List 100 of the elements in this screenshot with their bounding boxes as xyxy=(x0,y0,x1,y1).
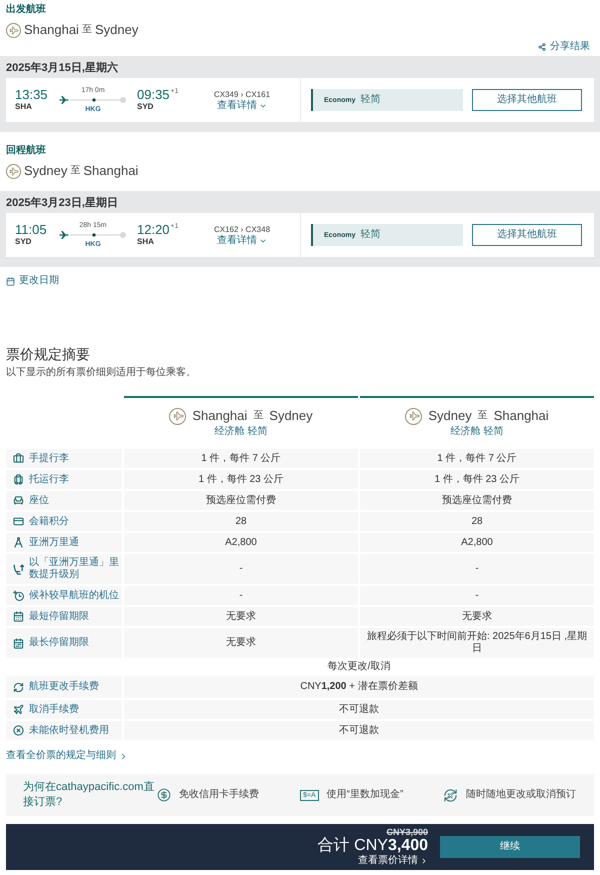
flight-date: 2025年3月23日,星期日 xyxy=(6,197,118,209)
details-link[interactable]: 查看详情 xyxy=(217,234,267,246)
card-icon xyxy=(13,516,24,527)
rule-name: 取消手续费 xyxy=(29,704,79,716)
departure-time: 11:05 xyxy=(15,223,47,237)
table-cell: 无要求 xyxy=(124,628,358,658)
flight-route-drawing xyxy=(59,95,127,105)
departure-code: SHA xyxy=(15,102,32,112)
rule-name: 候补较早航班的机位 xyxy=(29,590,119,602)
original-price: CNY3,900 xyxy=(386,827,428,837)
route-destination: Sydney xyxy=(269,408,313,424)
circle-x-icon xyxy=(13,725,24,736)
route-origin: Sydney xyxy=(24,163,68,179)
table-cell: 预选座位需付费 xyxy=(360,491,594,510)
table-cell: - xyxy=(124,554,358,584)
route-destination: Shanghai xyxy=(83,163,138,179)
refresh-icon xyxy=(13,682,24,692)
chevron-right-icon xyxy=(119,752,128,760)
table-cell: 28 xyxy=(360,512,594,531)
flight-numbers: CX349 › CX161 xyxy=(214,88,270,100)
suitcase-icon xyxy=(13,474,24,485)
table-cell: 旅程必须于以下时间前开始: 2025年6月15日 ,星期日 xyxy=(360,628,594,658)
route-connector: 至 xyxy=(478,410,488,422)
share-link[interactable]: 分享结果 xyxy=(538,41,590,53)
compass-icon xyxy=(13,537,24,548)
table-cell: 1 件，每件 7 公斤 xyxy=(360,449,594,468)
departure-code: SYD xyxy=(15,237,32,247)
table-cell: A2,800 xyxy=(360,533,594,552)
rule-name: 座位 xyxy=(29,494,49,506)
arrival-time: 12:20 xyxy=(137,223,170,237)
table-cell: - xyxy=(360,586,594,605)
details-link[interactable]: 查看详情 xyxy=(217,100,267,112)
table-cell: A2,800 xyxy=(124,533,358,552)
benefit-text: 随时随地更改或取消预订 xyxy=(466,789,576,801)
change-flight-button[interactable]: 选择其他航班 xyxy=(472,89,582,111)
fare-details-link[interactable]: 查看票价详情 xyxy=(358,855,428,867)
fare-label: 轻简 xyxy=(360,94,381,106)
flight-route-drawing xyxy=(59,230,127,240)
route-origin: Sydney xyxy=(428,408,472,424)
full-rules-link[interactable]: 查看全价票的规定与细则 xyxy=(6,750,128,762)
fare-summary-title: 票价规定摘要 xyxy=(6,345,90,363)
fare-summary-note: 以下显示的所有票价细则适用于每位乘客。 xyxy=(6,366,196,380)
clock-plus-icon xyxy=(13,590,24,601)
arrival-code: SHA xyxy=(137,237,154,247)
table-cell: CNY1,200 + 潜在票价差额 xyxy=(124,676,594,698)
rule-name: 最短停留期限 xyxy=(29,610,89,622)
flight-date: 2025年3月15日,星期六 xyxy=(6,62,118,74)
briefcase-icon xyxy=(13,453,24,464)
table-cell: 不可退款 xyxy=(124,721,594,740)
route-connector: 至 xyxy=(82,24,92,36)
change-flight-button[interactable]: 选择其他航班 xyxy=(472,224,582,246)
calendar-icon xyxy=(13,638,24,648)
table-cell: 无要求 xyxy=(124,607,358,626)
table-cell: - xyxy=(360,554,594,584)
chevron-right-icon xyxy=(420,857,428,865)
table-cell: 1 件，每件 7 公斤 xyxy=(124,449,358,468)
total-price: 合计 CNY3,400 xyxy=(318,837,428,854)
plane-icon xyxy=(13,704,24,715)
arrival-code: SYD xyxy=(137,102,154,112)
route-connector: 至 xyxy=(253,410,264,422)
fare-type-label: 经济舱 轻简 xyxy=(450,426,504,438)
dollar-circle-icon xyxy=(157,788,171,802)
change-dates-link[interactable]: 更改日期 xyxy=(6,275,59,287)
route-connector: 至 xyxy=(70,165,80,177)
rule-name: 未能依时登机费用 xyxy=(29,724,109,736)
route-destination: Sydney xyxy=(94,22,138,38)
table-cell: 不可退款 xyxy=(124,700,594,719)
rule-name: 托运行李 xyxy=(29,474,69,486)
table-cell: 无要求 xyxy=(360,607,594,626)
continue-button[interactable]: 继续 xyxy=(440,836,580,858)
fare-label: 轻简 xyxy=(360,229,381,241)
rule-name: 最长停留期限 xyxy=(29,637,89,649)
rule-name: 亚洲万里通 xyxy=(29,536,79,548)
benefit-text: 使用“里数加现金” xyxy=(326,789,404,801)
section-label: 回程航班 xyxy=(6,145,46,157)
rule-name: 手提行李 xyxy=(29,452,69,464)
section-label: 出发航班 xyxy=(6,4,46,16)
departure-time: 13:35 xyxy=(15,88,48,102)
seat-arrow-icon xyxy=(13,564,24,574)
seat-icon xyxy=(13,495,24,506)
route-origin: Shanghai xyxy=(192,408,248,424)
plane-cycle-icon xyxy=(443,788,458,802)
rule-name: 以「亚洲万里通」里数提升级别 xyxy=(29,557,120,581)
route-origin: Shanghai xyxy=(24,22,79,38)
fees-heading: 每次更改/取消 xyxy=(328,661,390,673)
table-cell: 1 件，每件 23 公斤 xyxy=(360,470,594,489)
flight-numbers: CX162 › CX348 xyxy=(214,224,270,234)
calendar-icon xyxy=(13,611,24,622)
benefit-text: 免收信用卡手续费 xyxy=(179,789,259,801)
rule-name: 会籍积分 xyxy=(29,516,69,528)
rule-name: 航班更改手续费 xyxy=(29,681,99,693)
table-cell: 28 xyxy=(124,512,358,531)
benefits-title: 为何在cathaypacific.com直接订票? xyxy=(23,780,156,810)
route-destination: Shanghai xyxy=(494,408,549,424)
table-cell: 1 件，每件 23 公斤 xyxy=(124,470,358,489)
table-cell: 预选座位需付费 xyxy=(124,491,358,510)
table-cell: - xyxy=(124,586,358,605)
fare-type-label: 经济舱 轻简 xyxy=(214,426,268,438)
calendar-icon xyxy=(6,276,15,286)
share-icon xyxy=(538,43,546,51)
